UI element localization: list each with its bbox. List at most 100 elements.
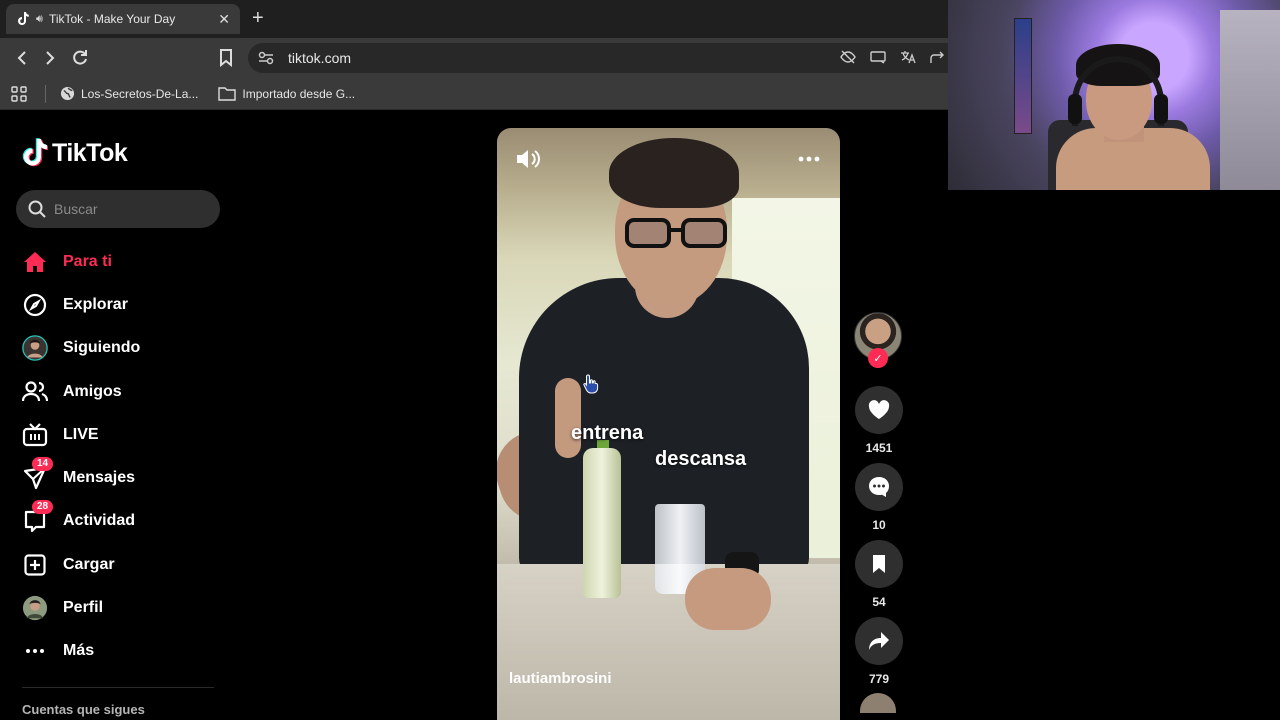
like-count: 1451: [865, 441, 893, 455]
save-action: 54: [855, 540, 903, 609]
sidebar-item-label: Cargar: [63, 555, 115, 573]
hand-cursor-icon: [583, 374, 599, 399]
video-overlay-text: descansa: [655, 448, 747, 470]
profile-avatar-icon: [22, 595, 48, 621]
volume-icon[interactable]: [515, 148, 541, 175]
bookmark-label: Importado desde G...: [242, 86, 356, 101]
browser-tab-bar: 🔊︎ TikTok - Make Your Day ✕ +: [0, 0, 948, 38]
webcam-background-door: [1220, 10, 1280, 190]
friends-icon: [22, 379, 48, 405]
sidebar-item-mas[interactable]: Más: [22, 630, 222, 673]
cast-icon[interactable]: [870, 50, 886, 67]
comment-icon: [869, 477, 889, 497]
next-video-avatar[interactable]: [860, 693, 896, 713]
sidebar-item-label: Siguiendo: [63, 339, 141, 357]
compass-icon: [22, 292, 48, 318]
video-player[interactable]: entrena descansa lautiambrosini: [497, 128, 840, 720]
webcam-overlay: [948, 0, 1280, 190]
search-icon: [28, 200, 46, 218]
new-tab-button[interactable]: +: [252, 8, 264, 28]
bookmark-item[interactable]: Los-Secretos-De-La...: [60, 86, 198, 101]
bookmark-star-icon[interactable]: [216, 48, 236, 68]
glasses-icon: [625, 218, 727, 248]
share-icon[interactable]: [930, 50, 946, 67]
activity-badge: 28: [32, 500, 54, 515]
sidebar-item-cargar[interactable]: Cargar: [22, 543, 222, 586]
video-hand: [685, 568, 771, 630]
home-icon: [22, 249, 48, 275]
screen: 🔊︎ TikTok - Make Your Day ✕ + tiktok.com: [0, 0, 1280, 720]
tab-close-icon[interactable]: ✕: [218, 11, 230, 28]
like-action: 1451: [855, 386, 903, 455]
browser-tab[interactable]: 🔊︎ TikTok - Make Your Day ✕: [6, 4, 240, 34]
share-button[interactable]: [855, 617, 903, 665]
comment-button[interactable]: [855, 463, 903, 511]
sidebar-item-amigos[interactable]: Amigos: [22, 370, 222, 413]
forward-icon[interactable]: [40, 48, 60, 68]
following-accounts-title: Cuentas que sigues: [22, 702, 145, 717]
messages-icon: 14: [22, 457, 54, 491]
tab-title: TikTok - Make Your Day: [48, 12, 176, 26]
live-tv-icon: [22, 422, 48, 448]
sidebar-item-label: Amigos: [63, 382, 122, 400]
tiktok-logo[interactable]: TikTok: [22, 138, 128, 168]
bookmark-folder[interactable]: Importado desde G...: [218, 86, 355, 101]
video-bottle: [583, 448, 621, 598]
search-box[interactable]: [16, 190, 220, 228]
like-button[interactable]: [855, 386, 903, 434]
bookmark-label: Los-Secretos-De-La...: [81, 86, 199, 101]
followed-check-icon[interactable]: ✓: [868, 348, 888, 368]
headphone-ear-left: [1068, 94, 1082, 124]
sidebar-item-label: Más: [63, 642, 95, 660]
video-overlay-text: entrena: [571, 422, 644, 444]
bookmarks-bar: Los-Secretos-De-La... Importado desde G.…: [0, 78, 948, 110]
upload-icon: [22, 552, 48, 578]
heart-icon: [868, 400, 890, 419]
tab-audio-icon[interactable]: 🔊︎: [36, 13, 43, 26]
sidebar-item-label: Actividad: [63, 512, 136, 530]
sidebar-item-para-ti[interactable]: Para ti: [22, 240, 222, 283]
eye-off-icon[interactable]: [840, 50, 856, 67]
sidebar-item-label: Explorar: [63, 295, 128, 313]
address-url: tiktok.com: [288, 50, 352, 66]
share-count: 779: [868, 672, 890, 686]
bookmark-icon: [873, 555, 885, 573]
headphone-ear-right: [1154, 94, 1168, 124]
sidebar-item-label: Perfil: [63, 599, 104, 617]
activity-icon: 28: [22, 500, 54, 534]
browser-toolbar: tiktok.com: [0, 38, 948, 78]
bookmarks-divider: [45, 84, 46, 103]
back-icon[interactable]: [12, 48, 32, 68]
site-settings-icon[interactable]: [258, 51, 274, 65]
comment-count: 10: [872, 518, 886, 532]
more-icon: [22, 638, 48, 664]
save-count: 54: [872, 595, 886, 609]
sidebar-divider: [22, 687, 214, 688]
sidebar-item-perfil[interactable]: Perfil: [22, 586, 222, 629]
translate-icon[interactable]: [900, 50, 916, 67]
reload-icon[interactable]: [70, 48, 90, 68]
folder-icon: [218, 87, 237, 101]
apps-grid-icon[interactable]: [11, 85, 27, 102]
share-arrow-icon: [869, 632, 889, 650]
sidebar-item-label: Mensajes: [63, 469, 136, 487]
video-author-name[interactable]: lautiambrosini: [509, 670, 612, 687]
tiktok-logo-text: TikTok: [52, 138, 128, 167]
video-person-hair: [609, 138, 739, 208]
comment-action: 10: [855, 463, 903, 532]
sidebar-item-label: Para ti: [63, 252, 112, 270]
sidebar-item-mensajes[interactable]: 14 Mensajes: [22, 456, 222, 499]
search-input[interactable]: [54, 201, 204, 217]
share-action: 779: [855, 617, 903, 686]
video-thumb-up: [555, 378, 581, 458]
sidebar-item-label: LIVE: [63, 425, 99, 443]
video-more-options-icon[interactable]: [798, 150, 820, 162]
save-button[interactable]: [855, 540, 903, 588]
sidebar-item-siguiendo[interactable]: Siguiendo: [22, 327, 222, 370]
address-bar[interactable]: tiktok.com: [248, 43, 948, 73]
sidebar-item-live[interactable]: LIVE: [22, 413, 222, 456]
globe-icon: [60, 86, 75, 101]
sidebar-item-actividad[interactable]: 28 Actividad: [22, 500, 222, 543]
sidebar-item-explorar[interactable]: Explorar: [22, 283, 222, 326]
tiktok-favicon-icon: [16, 12, 30, 26]
